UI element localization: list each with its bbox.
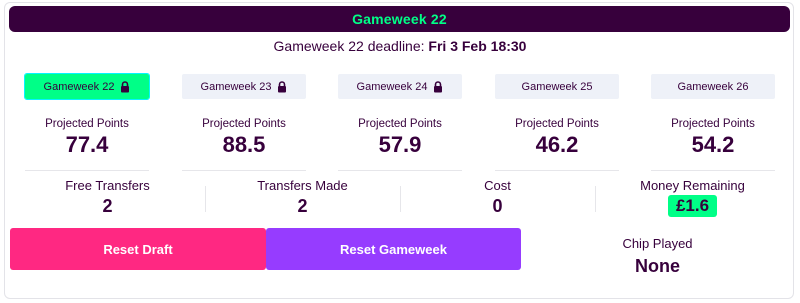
lock-icon (277, 80, 287, 93)
money-remaining: Money Remaining £1.6 (595, 178, 790, 217)
chip-played-label: Chip Played (622, 236, 693, 251)
gameweek-column-22: Gameweek 22 Projected Points 77.4 (24, 73, 150, 174)
projected-points-label: Projected Points (45, 118, 129, 130)
reset-gameweek-label: Reset Gameweek (340, 241, 447, 257)
money-remaining-badge: £1.6 (667, 195, 718, 217)
free-transfers-label: Free Transfers (65, 178, 150, 193)
gameweek-tab-26[interactable]: Gameweek 26 (651, 74, 775, 99)
chip-played: Chip Played None (585, 236, 730, 277)
gameweek-tab-label: Gameweek 24 (356, 80, 428, 93)
cost-value: 0 (492, 196, 503, 216)
reset-draft-button[interactable]: Reset Draft (10, 228, 266, 270)
gameweek-tab-label: Gameweek 23 (200, 80, 272, 93)
lock-icon (433, 80, 443, 93)
lock-icon (120, 80, 130, 93)
free-transfers-value: 2 (102, 196, 113, 216)
projected-points-value: 46.2 (535, 132, 579, 157)
divider (495, 170, 619, 171)
projected-points-value: 77.4 (65, 132, 109, 157)
divider (400, 186, 401, 212)
projected-points-label: Projected Points (671, 118, 755, 130)
gameweek-tab-label: Gameweek 25 (521, 80, 593, 93)
divider (205, 186, 206, 212)
cost-label: Cost (484, 178, 511, 193)
chip-played-value: None (635, 256, 680, 276)
gameweek-tab-24[interactable]: Gameweek 24 (338, 74, 462, 99)
projected-points-label: Projected Points (358, 118, 442, 130)
transfers-made-value: 2 (297, 196, 308, 216)
projected-points-label: Projected Points (515, 118, 599, 130)
projected-points-value: 54.2 (691, 132, 735, 157)
divider (595, 186, 596, 212)
reset-gameweek-button[interactable]: Reset Gameweek (266, 228, 521, 270)
free-transfers: Free Transfers 2 (10, 178, 205, 217)
gameweek-header: Gameweek 22 (9, 6, 790, 32)
divider (651, 170, 775, 171)
gameweek-tab-label: Gameweek 22 (43, 80, 115, 93)
divider (338, 170, 462, 171)
cost: Cost 0 (400, 178, 595, 217)
transfers-made-label: Transfers Made (257, 178, 348, 193)
gameweek-tab-23[interactable]: Gameweek 23 (182, 74, 306, 99)
projected-points-value: 57.9 (378, 132, 422, 157)
deadline-prefix: Gameweek 22 deadline: (273, 38, 425, 54)
deadline-value: Fri 3 Feb 18:30 (428, 38, 527, 54)
gameweek-tab-22[interactable]: Gameweek 22 (24, 73, 150, 100)
reset-draft-label: Reset Draft (103, 241, 173, 257)
deadline-line: Gameweek 22 deadline: Fri 3 Feb 18:30 (0, 38, 800, 54)
gameweek-column-26: Gameweek 26 Projected Points 54.2 (651, 74, 775, 174)
divider (182, 170, 306, 171)
money-remaining-label: Money Remaining (640, 178, 745, 193)
transfers-made: Transfers Made 2 (205, 178, 400, 217)
projected-points-value: 88.5 (222, 132, 266, 157)
projected-points-label: Projected Points (202, 118, 286, 130)
gameweek-tab-label: Gameweek 26 (677, 80, 749, 93)
gameweek-column-25: Gameweek 25 Projected Points 46.2 (495, 74, 619, 174)
gameweek-tab-25[interactable]: Gameweek 25 (495, 74, 619, 99)
divider (25, 170, 149, 171)
gameweek-column-23: Gameweek 23 Projected Points 88.5 (182, 74, 306, 174)
gameweek-title: Gameweek 22 (352, 11, 447, 27)
gameweek-column-24: Gameweek 24 Projected Points 57.9 (338, 74, 462, 174)
